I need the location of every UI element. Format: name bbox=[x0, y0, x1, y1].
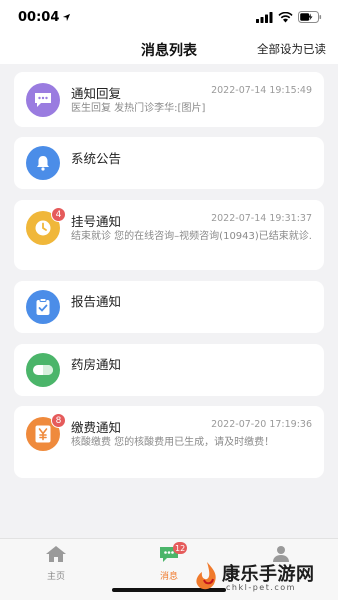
watermark-logo-icon bbox=[196, 562, 216, 590]
message-card-payment[interactable]: 8 缴费通知 2022-07-20 17:19:36 核酸缴费 您的核酸费用已生… bbox=[14, 406, 324, 478]
icon-container bbox=[26, 290, 60, 324]
message-title: 药房通知 bbox=[71, 357, 122, 372]
tab-label: 主页 bbox=[46, 572, 65, 582]
icon-container: 8 bbox=[26, 413, 66, 451]
unread-badge: 8 bbox=[51, 413, 66, 428]
icon-container bbox=[26, 146, 60, 180]
message-preview: 医生回复 发热门诊李华:[图片] bbox=[71, 103, 206, 114]
watermark: 康乐手游网 chkl-pet.com bbox=[192, 558, 336, 598]
tab-home[interactable]: 主页 bbox=[26, 545, 86, 582]
home-icon bbox=[46, 546, 66, 562]
message-title: 缴费通知 bbox=[71, 420, 122, 435]
message-title: 报告通知 bbox=[71, 294, 122, 309]
message-preview: 结束就诊 您的在线咨询–视频咨询(10943)已结束就诊. bbox=[71, 231, 312, 242]
chat-bubble-icon bbox=[26, 83, 60, 117]
message-card-report[interactable]: 报告通知 bbox=[14, 281, 324, 333]
tab-badge: 12 bbox=[173, 542, 188, 554]
message-preview: 核酸缴费 您的核酸费用已生成，请及时缴费！ bbox=[71, 437, 275, 448]
location-arrow-icon bbox=[63, 13, 71, 21]
watermark-subtext: chkl-pet.com bbox=[226, 583, 296, 592]
icon-container bbox=[26, 353, 60, 387]
message-card-reply[interactable]: 通知回复 2022-07-14 19:15:49 医生回复 发热门诊李华:[图片… bbox=[14, 72, 324, 127]
message-card-pharmacy[interactable]: 药房通知 bbox=[14, 344, 324, 396]
message-time: 2022-07-14 19:31:37 bbox=[211, 213, 312, 224]
message-title: 挂号通知 bbox=[71, 214, 122, 229]
pill-icon bbox=[26, 353, 60, 387]
icon-container: 4 bbox=[26, 207, 66, 245]
unread-badge: 4 bbox=[51, 207, 66, 222]
message-card-registration[interactable]: 4 挂号通知 2022-07-14 19:31:37 结束就诊 您的在线咨询–视… bbox=[14, 200, 324, 270]
clipboard-icon bbox=[26, 290, 60, 324]
message-title: 通知回复 bbox=[71, 86, 122, 101]
message-title: 系统公告 bbox=[71, 151, 122, 166]
signal-icon bbox=[256, 11, 273, 23]
wifi-icon bbox=[278, 11, 293, 22]
mark-all-read-button[interactable]: 全部设为已读 bbox=[257, 41, 326, 57]
icon-container bbox=[26, 83, 60, 117]
message-time: 2022-07-20 17:19:36 bbox=[211, 419, 312, 430]
bell-icon bbox=[26, 146, 60, 180]
nav-bar: 消息列表 全部设为已读 bbox=[0, 34, 338, 64]
status-bar: 00:04 bbox=[0, 0, 338, 34]
status-time: 00:04 bbox=[18, 10, 71, 25]
tab-messages[interactable]: 12 消息 bbox=[139, 542, 199, 582]
message-time: 2022-07-14 19:15:49 bbox=[211, 85, 312, 96]
tab-label: 消息 bbox=[159, 572, 178, 582]
message-card-announcement[interactable]: 系统公告 bbox=[14, 137, 324, 189]
status-time-text: 00:04 bbox=[18, 9, 60, 25]
battery-icon bbox=[298, 11, 322, 23]
